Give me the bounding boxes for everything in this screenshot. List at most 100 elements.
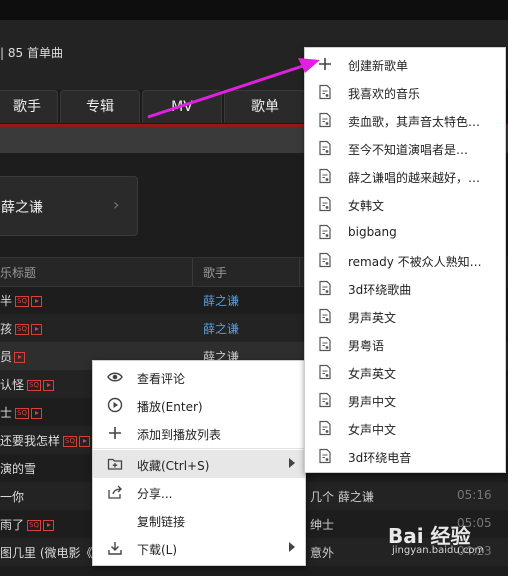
playlist-icon	[319, 140, 331, 156]
mv-play-icon[interactable]	[42, 380, 54, 391]
submenu-item-label: 男声英文	[348, 311, 397, 325]
mv-play-icon[interactable]	[30, 296, 42, 307]
submenu-item-label: 卖血歌，其声音太特色…	[348, 115, 481, 129]
song-title: 图几里 (微电影《	[0, 546, 93, 560]
menu-item-label: 下载(L)	[137, 543, 178, 557]
mv-play-icon[interactable]	[30, 408, 42, 419]
playlist-icon	[319, 364, 331, 380]
song-artist[interactable]: 薛之谦	[203, 320, 239, 337]
submenu-item-playlist[interactable]: 3d环绕歌曲	[305, 274, 505, 302]
column-divider	[192, 258, 193, 286]
sq-badge: SQ	[27, 380, 41, 391]
song-duration: 05:16	[457, 488, 492, 502]
submenu-item-label: 女声英文	[348, 367, 397, 381]
sq-badge: SQ	[15, 296, 29, 307]
submenu-item-label: bigbang	[348, 225, 397, 239]
menu-item-label: 播放(Enter)	[137, 400, 203, 414]
song-title: 演的雪	[0, 462, 37, 476]
menu-item-download[interactable]: 下载(L)	[93, 534, 305, 562]
playlist-icon	[319, 308, 331, 324]
mv-play-icon[interactable]	[30, 324, 42, 335]
artist-card[interactable]: 薛之谦 ›	[0, 176, 138, 236]
song-title: 半	[0, 294, 13, 308]
title-bar	[0, 0, 508, 20]
submenu-item-playlist[interactable]: bigbang	[305, 218, 505, 246]
menu-item-collect[interactable]: 收藏(Ctrl+S)	[93, 450, 305, 478]
submenu-item-playlist[interactable]: 卖血歌，其声音太特色…	[305, 106, 505, 134]
tab-mv[interactable]: MV	[142, 90, 222, 123]
playlist-icon	[319, 336, 331, 352]
menu-divider	[93, 448, 305, 449]
playlist-icon	[319, 112, 331, 128]
song-artist[interactable]: 薛之谦	[203, 292, 239, 309]
submenu-item-playlist[interactable]: 男粤语	[305, 330, 505, 358]
column-divider	[299, 258, 300, 286]
playlist-icon	[319, 392, 331, 408]
submenu-item-playlist[interactable]: 男声中文	[305, 386, 505, 414]
watermark-url: jingyan.baidu.com	[392, 545, 485, 556]
song-album[interactable]: 意外	[310, 544, 334, 561]
plus-icon	[109, 427, 121, 439]
menu-item-view-comments[interactable]: 查看评论	[93, 363, 305, 391]
playlist-icon	[319, 252, 331, 268]
playlist-icon	[319, 448, 331, 464]
submenu-item-label: 至今不知道演唱者是…	[348, 143, 469, 157]
submenu-item-playlist[interactable]: 男声英文	[305, 302, 505, 330]
playlist-icon	[319, 84, 331, 100]
menu-item-play[interactable]: 播放(Enter)	[93, 391, 305, 419]
playlist-icon	[319, 280, 331, 296]
submenu-item-label: 我喜欢的音乐	[348, 87, 421, 101]
playlist-icon	[319, 168, 331, 184]
submenu-item-playlist[interactable]: 薛之谦唱的越来越好，…	[305, 162, 505, 190]
eye-icon	[107, 372, 123, 382]
column-artist[interactable]: 歌手	[203, 264, 227, 281]
download-icon	[108, 542, 122, 555]
submenu-item-label: 3d环绕电音	[348, 451, 412, 465]
submenu-item-playlist[interactable]: 我喜欢的音乐	[305, 78, 505, 106]
song-title: 士	[0, 406, 13, 420]
playlist-icon	[319, 224, 331, 240]
column-title[interactable]: 乐标题	[0, 264, 36, 281]
tab-playlist[interactable]: 歌单	[224, 90, 306, 123]
context-menu: 查看评论 播放(Enter) 添加到播放列表 收藏(Ctrl+S) 分享... …	[92, 360, 306, 566]
submenu-item-playlist[interactable]: 至今不知道演唱者是…	[305, 134, 505, 162]
submenu-item-create-playlist[interactable]: 创建新歌单	[305, 50, 505, 78]
menu-item-copy-link[interactable]: 复制链接	[93, 506, 305, 534]
menu-item-label: 添加到播放列表	[137, 428, 222, 442]
song-title: 还要我怎样	[0, 434, 61, 448]
submenu-item-label: 女声中文	[348, 423, 397, 437]
tab-singer[interactable]: 歌手	[0, 90, 58, 123]
song-album[interactable]: 几个 薛之谦	[310, 488, 374, 505]
chevron-right-icon: ›	[113, 195, 120, 214]
menu-item-label: 收藏(Ctrl+S)	[137, 459, 210, 473]
mv-play-icon[interactable]	[78, 436, 90, 447]
music-app-window: | 85 首单曲 歌手 专辑 MV 歌单 薛之谦 › 乐标题 歌手 半 SQ 薛之…	[0, 0, 508, 576]
song-title: 认怪	[0, 378, 25, 392]
submenu-item-playlist[interactable]: 3d环绕电音	[305, 442, 505, 470]
submenu-item-playlist[interactable]: 女声英文	[305, 358, 505, 386]
submenu-item-playlist[interactable]: 女声中文	[305, 414, 505, 442]
mv-play-icon[interactable]	[14, 352, 26, 363]
playlist-icon	[319, 196, 331, 212]
song-title: 孩	[0, 322, 13, 336]
tab-album[interactable]: 专辑	[60, 90, 140, 123]
menu-item-add-to-queue[interactable]: 添加到播放列表	[93, 419, 305, 447]
submenu-item-playlist[interactable]: remady 不被众人熟知…	[305, 246, 505, 274]
submenu-item-label: 女韩文	[348, 199, 385, 213]
submenu-item-label: 薛之谦唱的越来越好，…	[348, 171, 481, 185]
playlist-icon	[319, 420, 331, 436]
menu-item-share[interactable]: 分享...	[93, 478, 305, 506]
submenu-item-label: 男声中文	[348, 395, 397, 409]
sq-badge: SQ	[15, 324, 29, 335]
menu-item-label: 查看评论	[137, 372, 186, 386]
menu-item-label: 复制链接	[137, 515, 186, 529]
mv-play-icon[interactable]	[42, 520, 54, 531]
submenu-item-playlist[interactable]: 女韩文	[305, 190, 505, 218]
folder-plus-icon	[107, 458, 123, 470]
collect-submenu: 创建新歌单 我喜欢的音乐卖血歌，其声音太特色… 至今不知道演唱者是… 薛之谦唱的越来…	[304, 47, 506, 473]
submenu-item-label: 男粤语	[348, 339, 385, 353]
song-album[interactable]: 绅士	[310, 516, 334, 533]
submenu-item-label: remady 不被众人熟知…	[348, 255, 482, 269]
song-count: | 85 首单曲	[0, 46, 63, 60]
song-title: 一你	[0, 490, 25, 504]
